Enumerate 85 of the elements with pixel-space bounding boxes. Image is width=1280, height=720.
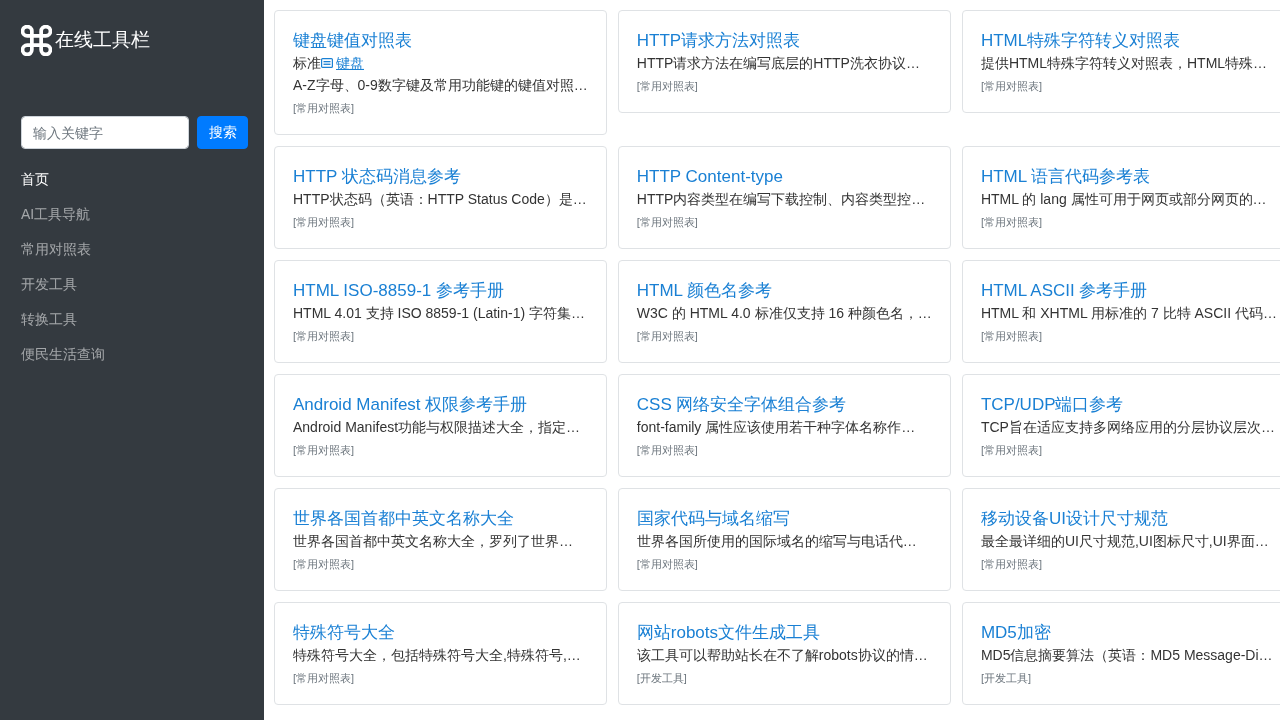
tool-card[interactable]: 移动设备UI设计尺寸规范 最全最详细的UI尺寸规范,UI图标尺寸,UI界面… [常用对照表]	[961, 488, 1280, 591]
nav-link[interactable]: 便民生活查询	[21, 344, 105, 364]
card-description: TCP旨在适应支持多网络应用的分层协议层次…	[980, 418, 1275, 437]
card-description: 提供HTML特殊字符转义对照表，HTML特殊…	[980, 54, 1268, 73]
card-description: font-family 属性应该使用若干种字体名称作…	[636, 418, 916, 437]
category-tag: [常用对照表]	[636, 77, 698, 95]
nav-link[interactable]: 开发工具	[21, 274, 77, 294]
card-description: 世界各国所使用的国际域名的缩写与电话代…	[636, 532, 917, 551]
card-title[interactable]: HTML ISO-8859-1 参考手册	[293, 280, 504, 302]
category-tag: [常用对照表]	[636, 327, 698, 345]
tool-card[interactable]: MD5加密 MD5信息摘要算法（英语：MD5 Message-Di… [开发工具]	[961, 602, 1280, 705]
card-description: Android Manifest功能与权限描述大全，指定…	[293, 418, 581, 437]
card-description: HTML 和 XHTML 用标准的 7 比特 ASCII 代码…	[980, 304, 1277, 323]
card-title[interactable]: 移动设备UI设计尺寸规范	[980, 508, 1168, 530]
tool-card[interactable]: Android Manifest 权限参考手册 Android Manifest功能与权限描述大全，指定… [常用对照表]	[274, 374, 607, 477]
card-title[interactable]: MD5加密	[980, 622, 1051, 644]
nav-link[interactable]: 常用对照表	[21, 239, 91, 259]
tool-card[interactable]: 国家代码与域名缩写 世界各国所使用的国际域名的缩写与电话代… [常用对照表]	[617, 488, 951, 591]
category-tag: [常用对照表]	[980, 555, 1042, 573]
card-title[interactable]: Android Manifest 权限参考手册	[293, 394, 528, 416]
card-title[interactable]: TCP/UDP端口参考	[980, 394, 1124, 416]
tool-card[interactable]: HTTP Content-type HTTP内容类型在编写下载控制、内容类型控… [常用对照表]	[617, 146, 951, 249]
category-tag: [常用对照表]	[293, 669, 355, 687]
card-description: HTTP状态码（英语：HTTP Status Code）是…	[293, 190, 587, 209]
card-description: 最全最详细的UI尺寸规范,UI图标尺寸,UI界面…	[980, 532, 1269, 551]
search-button[interactable]: 搜索	[197, 116, 248, 149]
card-title[interactable]: 网站robots文件生成工具	[636, 622, 821, 644]
category-tag: [开发工具]	[636, 669, 687, 687]
nav-link[interactable]: 首页	[21, 169, 49, 189]
card-description: HTML 的 lang 属性可用于网页或部分网页的…	[980, 190, 1267, 209]
tool-card[interactable]: CSS 网络安全字体组合参考 font-family 属性应该使用若干种字体名称作… [常用对照表]	[617, 374, 951, 477]
card-description: W3C 的 HTML 4.0 标准仅支持 16 种颜色名，…	[636, 304, 932, 323]
card-title[interactable]: 国家代码与域名缩写	[636, 508, 790, 530]
category-tag: [常用对照表]	[293, 441, 355, 459]
keyboard-icon	[321, 58, 333, 68]
site-title: 在线工具栏	[55, 28, 150, 52]
category-tag: [常用对照表]	[636, 213, 698, 231]
tool-card[interactable]: 键盘键值对照表 标准 键盘 A-Z字母、0-9数字键及常用功能键的键值对照… [常用对照表]	[274, 10, 607, 135]
keyboard-link[interactable]: 键盘	[336, 52, 364, 74]
card-title[interactable]: HTTP请求方法对照表	[636, 30, 801, 52]
card-text: 标准	[293, 54, 321, 73]
card-description: 世界各国首都中英文名称大全，罗列了世界…	[293, 532, 573, 551]
card-title[interactable]: HTML 颜色名参考	[636, 280, 773, 302]
card-title[interactable]: HTML 语言代码参考表	[980, 166, 1151, 188]
card-title[interactable]: HTTP Content-type	[636, 166, 783, 188]
card-description: HTTP内容类型在编写下载控制、内容类型控…	[636, 190, 926, 209]
card-description: A-Z字母、0-9数字键及常用功能键的键值对照…	[293, 76, 588, 95]
category-tag: [开发工具]	[980, 669, 1031, 687]
tool-card[interactable]: HTML 颜色名参考 W3C 的 HTML 4.0 标准仅支持 16 种颜色名，… [常用对照表]	[617, 260, 951, 363]
tool-card[interactable]: 网站robots文件生成工具 该工具可以帮助站长在不了解robots协议的情… [开发工具]	[617, 602, 951, 705]
category-tag: [常用对照表]	[293, 213, 355, 231]
tool-card[interactable]: 世界各国首都中英文名称大全 世界各国首都中英文名称大全，罗列了世界… [常用对照表]	[274, 488, 607, 591]
tool-card[interactable]: HTML ASCII 参考手册 HTML 和 XHTML 用标准的 7 比特 ASCII 代码… [常用对照表]	[961, 260, 1280, 363]
card-description: HTTP请求方法在编写底层的HTTP洗衣协议…	[636, 54, 920, 73]
search-field[interactable]: 输入关键字	[21, 116, 189, 149]
card-title[interactable]: 世界各国首都中英文名称大全	[293, 508, 514, 530]
card-description: HTML 4.01 支持 ISO 8859-1 (Latin-1) 字符集…	[293, 304, 586, 323]
category-tag: [常用对照表]	[293, 327, 355, 345]
category-tag: [常用对照表]	[980, 441, 1042, 459]
tool-card[interactable]: HTML ISO-8859-1 参考手册 HTML 4.01 支持 ISO 8859-1 (Latin-1) 字符集… [常用对照表]	[274, 260, 607, 363]
category-tag: [常用对照表]	[980, 77, 1042, 95]
card-description: MD5信息摘要算法（英语：MD5 Message-Di…	[980, 646, 1273, 665]
card-title[interactable]: HTML特殊字符转义对照表	[980, 30, 1181, 52]
category-tag: [常用对照表]	[293, 99, 355, 117]
category-tag: [常用对照表]	[636, 441, 698, 459]
card-title[interactable]: CSS 网络安全字体组合参考	[636, 394, 847, 416]
category-tag: [常用对照表]	[636, 555, 698, 573]
card-description: 特殊符号大全，包括特殊符号大全,特殊符号,…	[293, 646, 581, 665]
command-key-icon	[21, 24, 52, 56]
card-description: 该工具可以帮助站长在不了解robots协议的情…	[636, 646, 928, 665]
nav-link[interactable]: AI工具导航	[21, 204, 91, 224]
tool-card[interactable]: HTML 语言代码参考表 HTML 的 lang 属性可用于网页或部分网页的… [常用对照表]	[961, 146, 1280, 249]
card-title[interactable]: 键盘键值对照表	[293, 30, 412, 52]
tool-card[interactable]: TCP/UDP端口参考 TCP旨在适应支持多网络应用的分层协议层次… [常用对照表]	[961, 374, 1280, 477]
tool-card[interactable]: HTTP 状态码消息参考 HTTP状态码（英语：HTTP Status Code）是… [常用对照表]	[274, 146, 607, 249]
tool-card[interactable]: HTTP请求方法对照表 HTTP请求方法在编写底层的HTTP洗衣协议… [常用对照表]	[617, 10, 951, 113]
card-title[interactable]: HTTP 状态码消息参考	[293, 166, 461, 188]
card-title[interactable]: 特殊符号大全	[293, 622, 395, 644]
category-tag: [常用对照表]	[980, 327, 1042, 345]
category-tag: [常用对照表]	[293, 555, 355, 573]
tool-card[interactable]: 特殊符号大全 特殊符号大全，包括特殊符号大全,特殊符号,… [常用对照表]	[274, 602, 607, 705]
category-tag: [常用对照表]	[980, 213, 1042, 231]
nav-link[interactable]: 转换工具	[21, 309, 77, 329]
tool-card[interactable]: HTML特殊字符转义对照表 提供HTML特殊字符转义对照表，HTML特殊… [常用对照表]	[961, 10, 1280, 113]
card-title[interactable]: HTML ASCII 参考手册	[980, 280, 1148, 302]
